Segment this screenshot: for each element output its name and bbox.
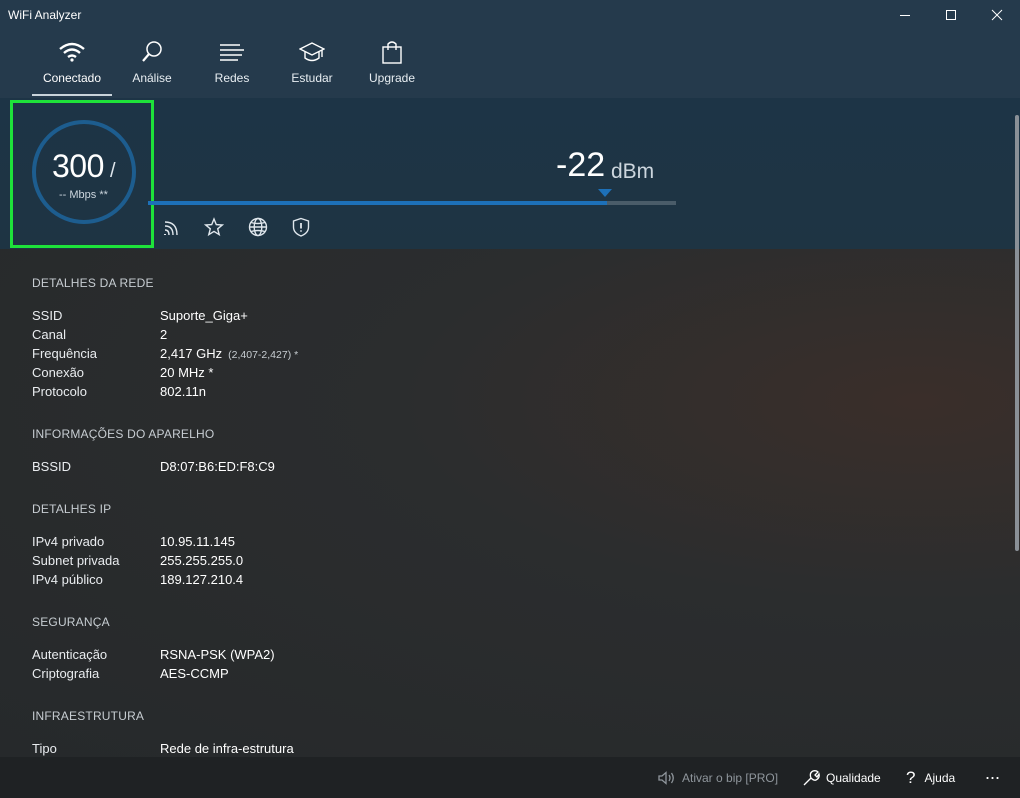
tab-upgrade-label: Upgrade xyxy=(368,71,416,85)
detail-label-channel: Canal xyxy=(32,327,66,342)
signal-strength-value: -22 xyxy=(556,146,606,184)
wifi-signal-button[interactable] xyxy=(161,216,183,238)
title-bar: WiFi Analyzer xyxy=(0,0,1020,30)
beep-toggle-label: Ativar o bip [PRO] xyxy=(682,770,779,785)
top-navigation: Conectado Análise Redes Estudar Upgrade xyxy=(0,30,1020,98)
wifi-signal-icon xyxy=(164,221,178,236)
quality-button[interactable]: Qualidade xyxy=(802,757,881,798)
tab-redes[interactable]: Redes xyxy=(192,30,272,98)
tab-conectado-label: Conectado xyxy=(42,71,102,85)
detail-label-protocol: Protocolo xyxy=(32,384,87,399)
detail-value-authentication: RSNA-PSK (WPA2) xyxy=(160,647,275,662)
detail-label-bssid: BSSID xyxy=(32,459,72,474)
minimize-icon xyxy=(900,15,910,16)
tab-upgrade[interactable]: Upgrade xyxy=(352,30,432,98)
detail-value-frequency: 2,417 GHz (2,407-2,427) * xyxy=(160,346,298,361)
frequency-range: (2,407-2,427) * xyxy=(228,349,299,361)
help-button[interactable]: ? Ajuda xyxy=(906,757,955,798)
detail-label-authentication: Autenticação xyxy=(32,647,108,662)
window-controls xyxy=(882,0,1020,30)
shopping-bag-icon xyxy=(382,41,402,64)
star-icon xyxy=(204,217,224,237)
section-title-infrastructure: INFRAESTRUTURA xyxy=(32,709,145,723)
help-icon: ? xyxy=(906,767,916,787)
magnifier-icon xyxy=(142,41,162,62)
detail-value-protocol: 802.11n xyxy=(160,384,207,399)
tab-redes-label: Redes xyxy=(214,71,250,85)
detail-value-private-subnet: 255.255.255.0 xyxy=(160,553,244,568)
window-title: WiFi Analyzer xyxy=(8,8,82,22)
section-title-network-details: DETALHES DA REDE xyxy=(32,276,154,290)
active-tab-indicator xyxy=(32,94,112,96)
detail-label-private-ipv4: IPv4 privado xyxy=(32,534,105,549)
signal-strength-bar xyxy=(148,201,607,205)
tab-estudar[interactable]: Estudar xyxy=(272,30,352,98)
vertical-scrollbar[interactable] xyxy=(1015,115,1019,551)
detail-label-ssid: SSID xyxy=(32,308,63,323)
detail-label-connection: Conexão xyxy=(32,365,85,380)
detail-value-bssid: D8:07:B6:ED:F8:C9 xyxy=(160,459,275,474)
globe-icon xyxy=(248,217,268,237)
more-options-button[interactable]: ... xyxy=(985,753,1000,794)
link-speed-unit: -- Mbps ** xyxy=(59,189,108,201)
tab-analise[interactable]: Análise xyxy=(112,30,192,98)
section-title-device-info: INFORMAÇÕES DO APARELHO xyxy=(32,427,215,441)
more-options-icon: ... xyxy=(985,763,1001,783)
help-label: Ajuda xyxy=(924,770,956,785)
maximize-icon xyxy=(946,10,956,20)
quality-label: Qualidade xyxy=(826,770,881,785)
maximize-button[interactable] xyxy=(928,0,974,30)
signal-strength-unit: dBm xyxy=(611,160,655,183)
frequency-value: 2,417 GHz xyxy=(160,346,223,361)
bottom-app-bar: Ativar o bip [PRO] Qualidade ? Ajuda ... xyxy=(0,757,1020,798)
internet-button[interactable] xyxy=(247,216,269,238)
tab-analise-label: Análise xyxy=(132,71,172,85)
detail-label-type: Tipo xyxy=(32,741,57,756)
detail-value-ssid: Suporte_Giga+ xyxy=(160,308,248,323)
tab-estudar-label: Estudar xyxy=(291,71,333,85)
detail-value-connection: 20 MHz * xyxy=(160,365,214,380)
detail-value-channel: 2 xyxy=(160,327,168,342)
list-icon xyxy=(220,44,244,61)
link-speed-value: 300 xyxy=(52,148,104,184)
signal-strength-marker xyxy=(598,189,612,197)
detail-value-type: Rede de infra-estrutura xyxy=(160,741,294,756)
speaker-icon xyxy=(658,770,674,785)
section-title-ip-details: DETALHES IP xyxy=(32,502,112,516)
network-details-panel xyxy=(0,249,1020,757)
detail-value-private-ipv4: 10.95.11.145 xyxy=(160,534,235,549)
favorite-button[interactable] xyxy=(203,216,225,238)
minimize-button[interactable] xyxy=(882,0,928,30)
close-icon xyxy=(991,9,1003,21)
detail-label-frequency: Frequência xyxy=(32,346,98,361)
detail-label-private-subnet: Subnet privada xyxy=(32,553,120,568)
detail-value-encryption: AES-CCMP xyxy=(160,666,229,681)
detail-value-public-ipv4: 189.127.210.4 xyxy=(160,572,244,587)
detail-label-encryption: Criptografia xyxy=(32,666,100,681)
security-button[interactable] xyxy=(290,216,312,238)
close-button[interactable] xyxy=(974,0,1020,30)
link-speed-separator: / xyxy=(110,160,116,182)
detail-label-public-ipv4: IPv4 público xyxy=(32,572,103,587)
section-title-security: SEGURANÇA xyxy=(32,615,110,629)
wifi-icon xyxy=(59,42,85,62)
graduation-cap-icon xyxy=(299,42,325,62)
beep-toggle-button[interactable]: Ativar o bip [PRO] xyxy=(658,757,778,798)
wrench-icon xyxy=(803,769,820,785)
shield-icon xyxy=(292,217,310,237)
tab-conectado[interactable]: Conectado xyxy=(32,30,112,98)
